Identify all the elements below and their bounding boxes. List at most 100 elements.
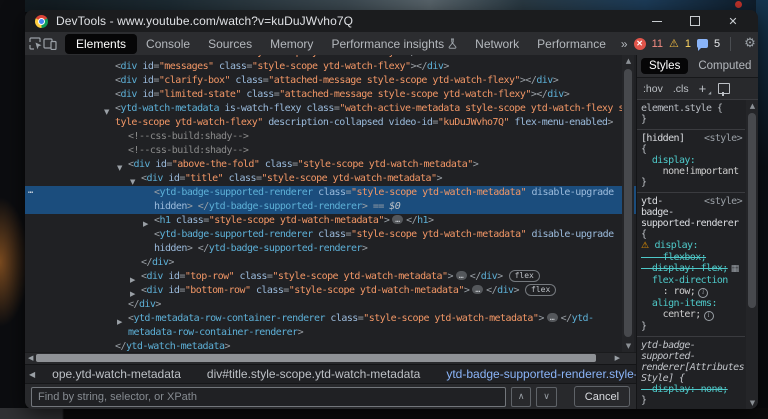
- flex-badge[interactable]: flex: [525, 284, 556, 296]
- styles-vertical-scrollbar[interactable]: ▲ ▼: [746, 100, 758, 409]
- breadcrumb-item-parent[interactable]: ope.ytd-watch-metadata: [39, 367, 194, 381]
- tree-line[interactable]: ⋯<ytd-badge-supported-renderer class="st…: [25, 186, 636, 200]
- style-source-link[interactable]: <style>: [704, 196, 742, 207]
- settings-gear-icon[interactable]: ⚙: [741, 36, 758, 51]
- info-icon[interactable]: i: [698, 288, 708, 298]
- breadcrumb-back-icon[interactable]: ◀: [25, 370, 39, 379]
- collapsed-content-ellipsis[interactable]: …: [456, 271, 467, 280]
- tree-line[interactable]: ▼<div id="title" class="style-scope ytd-…: [25, 172, 636, 186]
- inspect-element-icon[interactable]: [29, 35, 43, 53]
- collapsed-content-ellipsis[interactable]: …: [547, 313, 558, 322]
- style-source-link[interactable]: <style>: [704, 133, 742, 144]
- css-line[interactable]: {: [641, 229, 743, 240]
- css-line[interactable]: none!important: [641, 166, 743, 177]
- tab-memory[interactable]: Memory: [261, 35, 322, 53]
- tab-console[interactable]: Console: [137, 35, 199, 53]
- css-line[interactable]: }: [641, 321, 743, 332]
- scroll-down-icon[interactable]: ▼: [624, 342, 633, 350]
- tree-line[interactable]: <!--css-build:shady-->: [25, 130, 636, 144]
- tree-line[interactable]: metadata-row-container-renderer>: [25, 326, 636, 340]
- tree-line[interactable]: ▶<ytd-metadata-row-container-renderer cl…: [25, 312, 636, 326]
- class-toggle[interactable]: .cls: [673, 83, 689, 95]
- flex-badge[interactable]: flex: [509, 270, 540, 282]
- minimize-button[interactable]: [638, 10, 676, 32]
- css-line[interactable]: }: [641, 177, 743, 188]
- tree-line[interactable]: </ytd-watch-metadata>: [25, 340, 636, 352]
- scroll-right-icon[interactable]: ▶: [615, 354, 620, 362]
- css-line[interactable]: display: flex;▦: [641, 263, 743, 275]
- breadcrumb-item-title-div[interactable]: div#title.style-scope.ytd-watch-metadata: [194, 367, 433, 381]
- tab-computed[interactable]: Computed: [690, 58, 758, 74]
- scrollbar-thumb[interactable]: [624, 69, 632, 337]
- tree-line[interactable]: ▶<div id="top-row" class="style-scope yt…: [25, 270, 636, 284]
- css-line[interactable]: flex-direction: [641, 275, 743, 286]
- horizontal-scrollbar[interactable]: ◀ ▶: [25, 352, 636, 364]
- info-icon[interactable]: i: [704, 311, 714, 321]
- css-line[interactable]: display: none;: [641, 384, 743, 395]
- tab-performance[interactable]: Performance: [528, 35, 615, 53]
- css-line[interactable]: supported-renderer: [641, 218, 743, 229]
- styles-scroll-down-icon[interactable]: ▼: [748, 399, 757, 407]
- scroll-left-icon[interactable]: ◀: [28, 354, 33, 362]
- styles-scrollbar-thumb[interactable]: [748, 113, 756, 308]
- error-icon[interactable]: ✕: [634, 38, 646, 50]
- tab-styles[interactable]: Styles: [641, 58, 688, 74]
- collapsed-content-ellipsis[interactable]: …: [392, 215, 403, 224]
- css-line[interactable]: flexbox;: [641, 252, 743, 263]
- css-line[interactable]: badge-: [641, 207, 743, 218]
- find-next-button[interactable]: ∨: [536, 387, 556, 407]
- elements-vertical-scrollbar[interactable]: ▲ ▼: [622, 55, 634, 352]
- flex-editor-icon[interactable]: ▦: [731, 264, 740, 274]
- tree-line[interactable]: ▼<div id="above-the-fold" class="style-s…: [25, 158, 636, 172]
- tree-line[interactable]: ▼<ytd-watch-metadata is-watch-flexy clas…: [25, 102, 636, 116]
- css-line[interactable]: display:: [641, 155, 743, 166]
- maximize-button[interactable]: [676, 10, 714, 32]
- breadcrumb-item-selected[interactable]: ytd-badge-supported-renderer.style-scope…: [433, 367, 636, 381]
- css-line[interactable]: ytd-badge-: [641, 340, 743, 351]
- tree-line[interactable]: <div id="clarify-box" class="attached-me…: [25, 74, 636, 88]
- error-count[interactable]: 11: [652, 38, 663, 50]
- css-line[interactable]: center;i: [641, 309, 743, 321]
- tree-line[interactable]: ▶<div id="bottom-row" class="style-scope…: [25, 284, 636, 298]
- title-bar[interactable]: DevTools - www.youtube.com/watch?v=kuDuJ…: [25, 10, 758, 32]
- css-line[interactable]: ⚠ display:: [641, 240, 743, 252]
- close-button[interactable]: ✕: [714, 10, 752, 32]
- warning-count[interactable]: 1: [685, 38, 691, 50]
- css-line[interactable]: renderer[Attributes: [641, 362, 743, 373]
- css-line[interactable]: : row;i: [641, 286, 743, 298]
- tree-line[interactable]: </div>: [25, 256, 636, 270]
- tree-line[interactable]: <ytd-badge-supported-renderer class="sty…: [25, 228, 636, 242]
- css-line[interactable]: [hidden]<style>: [641, 133, 743, 144]
- hscrollbar-thumb[interactable]: [36, 354, 596, 362]
- css-line[interactable]: {: [641, 144, 743, 155]
- selected-line-gutter-dots[interactable]: ⋯: [28, 186, 33, 200]
- issues-icon[interactable]: [697, 39, 708, 48]
- tree-line[interactable]: hidden> </ytd-badge-supported-renderer> …: [25, 200, 636, 214]
- css-line[interactable]: supported-: [641, 351, 743, 362]
- css-line[interactable]: }: [641, 395, 743, 406]
- tree-line[interactable]: <!--css-build:shady-->: [25, 144, 636, 158]
- tree-line[interactable]: tyle-scope ytd-watch-flexy" description-…: [25, 116, 636, 130]
- tree-line[interactable]: <div id="messages" class="style-scope yt…: [25, 60, 636, 74]
- tab-network[interactable]: Network: [466, 35, 528, 53]
- new-style-rule-button[interactable]: +: [699, 81, 707, 96]
- cancel-button[interactable]: Cancel: [574, 386, 630, 407]
- issues-count[interactable]: 5: [714, 38, 720, 50]
- find-previous-button[interactable]: ∧: [511, 387, 531, 407]
- css-line[interactable]: Style] {: [641, 373, 743, 384]
- more-tabs-button[interactable]: »: [615, 37, 634, 51]
- css-line[interactable]: ytd-<style>: [641, 196, 743, 207]
- tree-line[interactable]: </div>: [25, 298, 636, 312]
- device-toolbar-icon[interactable]: [43, 35, 57, 53]
- warning-icon[interactable]: ⚠: [669, 38, 679, 50]
- tab-performance-insights[interactable]: Performance insights: [322, 35, 466, 53]
- pseudo-state-toggle[interactable]: :hov: [643, 83, 663, 95]
- tree-line[interactable]: hidden> </ytd-badge-supported-renderer>: [25, 242, 636, 256]
- css-line[interactable]: }: [641, 114, 743, 125]
- find-input[interactable]: [31, 387, 506, 407]
- collapsed-content-ellipsis[interactable]: …: [472, 285, 483, 294]
- css-line[interactable]: align-items:: [641, 298, 743, 309]
- scroll-up-icon[interactable]: ▲: [624, 57, 633, 65]
- tab-sources[interactable]: Sources: [199, 35, 261, 53]
- css-line[interactable]: element.style {: [641, 103, 743, 114]
